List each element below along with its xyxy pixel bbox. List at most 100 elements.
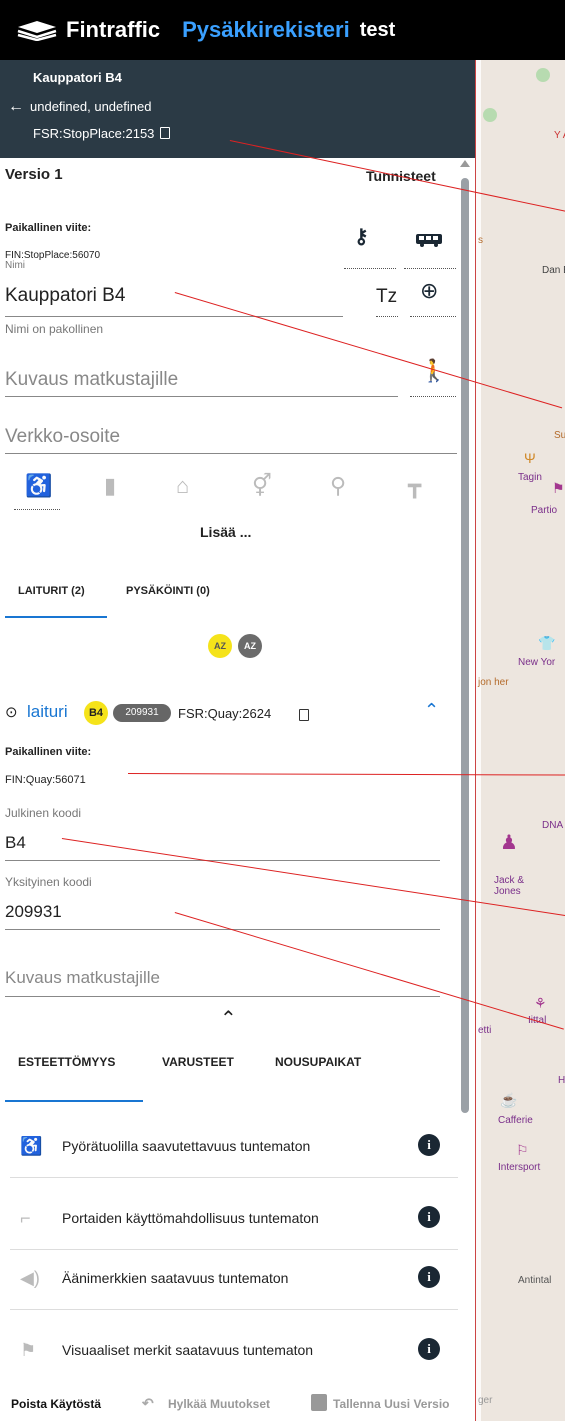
chevron-up-icon[interactable]: ⌃ bbox=[424, 700, 439, 721]
map-label: Antintal bbox=[518, 1275, 552, 1286]
walk-underline bbox=[410, 396, 456, 397]
accessibility-row[interactable]: ⌐ Portaiden käyttömahdollisuus tuntemato… bbox=[10, 1190, 458, 1250]
map-label: jon her bbox=[478, 677, 509, 688]
tab-boarding-positions[interactable]: NOUSUPAIKAT bbox=[275, 1055, 361, 1069]
globe-icon[interactable]: ⊕ bbox=[420, 278, 438, 304]
private-code-badge: 209931 bbox=[113, 704, 171, 722]
accessibility-text: Äänimerkkien saatavuus tuntematon bbox=[62, 1270, 289, 1286]
bus-icon[interactable] bbox=[415, 232, 443, 248]
undo-icon: ↶ bbox=[142, 1395, 154, 1411]
brand-name: Fintraffic bbox=[66, 17, 161, 42]
location-text: undefined, undefined bbox=[30, 99, 152, 114]
scroll-up-icon[interactable] bbox=[460, 160, 470, 167]
version-label: Versio 1 bbox=[5, 166, 63, 183]
quay-id: FSR:Quay:2624 bbox=[178, 706, 272, 721]
private-code-underline bbox=[5, 929, 440, 930]
private-code-label: Yksityinen koodi bbox=[5, 875, 92, 889]
save-button[interactable]: Tallenna Uusi Versio bbox=[333, 1397, 449, 1411]
public-code-input[interactable]: B4 bbox=[5, 833, 26, 853]
info-icon[interactable]: i bbox=[418, 1266, 440, 1288]
tab-indicator bbox=[5, 616, 107, 618]
map-road bbox=[476, 60, 481, 1421]
save-icon bbox=[311, 1394, 327, 1411]
map-label: Partio bbox=[531, 505, 558, 516]
info-icon[interactable]: i bbox=[418, 1134, 440, 1156]
wheelchair-underline bbox=[14, 509, 60, 510]
environment-label: test bbox=[359, 18, 396, 41]
copy-icon[interactable] bbox=[299, 709, 309, 721]
globe-underline bbox=[410, 316, 456, 317]
tab-accessibility[interactable]: ESTEETTÖMYYS bbox=[18, 1055, 115, 1069]
accessibility-text: Portaiden käyttömahdollisuus tuntematon bbox=[62, 1210, 319, 1226]
fintraffic-logo-icon bbox=[17, 21, 57, 41]
stop-place-panel: Kauppatori B4 ← undefined, undefined FSR:… bbox=[0, 60, 475, 1421]
description-underline bbox=[5, 396, 398, 397]
sort-az-grey-button[interactable]: AZ bbox=[238, 634, 262, 658]
sport-icon: ⚐ bbox=[516, 1142, 529, 1158]
copy-icon[interactable] bbox=[160, 127, 171, 139]
shelter-icon[interactable]: ⌂ bbox=[176, 473, 189, 499]
info-icon[interactable]: i bbox=[418, 1338, 440, 1360]
sort-az-yellow-button[interactable]: AZ bbox=[208, 634, 232, 658]
website-underline bbox=[5, 453, 457, 454]
tab-equipment[interactable]: VARUSTEET bbox=[162, 1055, 234, 1069]
public-code-label: Julkinen koodi bbox=[5, 806, 82, 820]
name-field-label: Nimi bbox=[5, 260, 25, 271]
map-label: Jack & Jones bbox=[494, 875, 525, 897]
description-input[interactable]: Kuvaus matkustajille bbox=[5, 369, 178, 391]
map-label: etti bbox=[478, 1025, 492, 1036]
map-view[interactable]: Y A s Dan Ba Su Ψ Tagin ⚑ Partio 👕 New Y… bbox=[475, 60, 565, 1421]
toilet-icon[interactable]: ⚥ bbox=[252, 473, 272, 499]
action-footer: Poista Käytöstä ↶ Hylkää Muutokset Talle… bbox=[0, 1390, 475, 1421]
map-label: H bbox=[558, 1075, 565, 1086]
website-input[interactable]: Verkko-osoite bbox=[5, 426, 120, 448]
ticket-machine-icon[interactable]: ▮ bbox=[104, 473, 116, 499]
private-code-input[interactable]: 209931 bbox=[5, 902, 62, 922]
deactivate-button[interactable]: Poista Käytöstä bbox=[11, 1397, 101, 1411]
accessibility-row[interactable]: ♿ Pyörätuolilla saavutettavuus tuntemato… bbox=[10, 1118, 458, 1178]
stop-id-row: FSR:StopPlace:2153 bbox=[33, 126, 171, 141]
discard-button[interactable]: Hylkää Muutokset bbox=[168, 1397, 270, 1411]
quay-local-ref-label: Paikallinen viite: bbox=[5, 746, 92, 758]
wheelchair-icon[interactable]: ♿ bbox=[25, 473, 52, 499]
info-icon[interactable]: i bbox=[418, 1206, 440, 1228]
quay-description-input[interactable]: Kuvaus matkustajille bbox=[5, 968, 160, 988]
timezone-button[interactable]: Tz bbox=[376, 286, 397, 308]
tab-quays[interactable]: LAITURIT (2) bbox=[18, 585, 85, 597]
location-target-icon[interactable]: ⊙ bbox=[5, 703, 18, 721]
tz-underline bbox=[376, 316, 398, 317]
collapse-chevron-icon[interactable]: ⌃ bbox=[220, 1006, 237, 1031]
map-label: Y A bbox=[554, 130, 565, 141]
quay-code-badge: B4 bbox=[84, 701, 108, 725]
accessibility-row[interactable]: ⚑ Visuaaliset merkit saatavuus tuntemato… bbox=[10, 1322, 458, 1382]
accessibility-text: Visuaaliset merkit saatavuus tuntematon bbox=[62, 1342, 314, 1358]
scroll-thumb[interactable] bbox=[461, 178, 469, 1113]
sub-tab-indicator bbox=[5, 1100, 143, 1102]
accessibility-text: Pyörätuolilla saavutettavuus tuntematon bbox=[62, 1138, 311, 1154]
restaurant-icon: Ψ bbox=[524, 450, 536, 466]
waiting-room-icon[interactable]: ⚲ bbox=[330, 473, 346, 499]
gift-icon: ⚘ bbox=[534, 995, 547, 1011]
stop-location: ← undefined, undefined bbox=[8, 98, 151, 116]
tab-parking[interactable]: PYSÄKÖINTI (0) bbox=[126, 585, 210, 597]
name-helper-text: Nimi on pakollinen bbox=[5, 322, 104, 336]
local-ref-label: Paikallinen viite: bbox=[5, 222, 92, 234]
stop-id: FSR:StopPlace:2153 bbox=[33, 126, 155, 141]
name-input[interactable]: Kauppatori B4 bbox=[5, 285, 125, 307]
scrollbar[interactable] bbox=[459, 160, 471, 1421]
sign-post-icon[interactable]: ┳ bbox=[408, 473, 421, 499]
quay-title[interactable]: laituri bbox=[27, 702, 68, 722]
more-link[interactable]: Lisää ... bbox=[200, 524, 251, 540]
app-name[interactable]: Pysäkkirekisteri bbox=[182, 17, 350, 43]
stop-header: Kauppatori B4 ← undefined, undefined FSR:… bbox=[0, 60, 475, 158]
accessibility-row[interactable]: ◀) Äänimerkkien saatavuus tuntematon i bbox=[10, 1250, 458, 1310]
name-input-underline bbox=[5, 316, 343, 317]
stop-name-heading: Kauppatori B4 bbox=[33, 70, 122, 85]
back-arrow-icon[interactable]: ← bbox=[8, 98, 24, 115]
shop-icon: ♟ bbox=[500, 832, 518, 854]
map-park-dot bbox=[483, 108, 497, 122]
speaker-icon: ◀) bbox=[20, 1268, 40, 1288]
key-icon[interactable]: ⚷ bbox=[354, 224, 369, 249]
quay-local-ref-value: FIN:Quay:56071 bbox=[5, 774, 86, 786]
top-bar: Fintraffic Pysäkkirekisteri test bbox=[0, 0, 565, 60]
